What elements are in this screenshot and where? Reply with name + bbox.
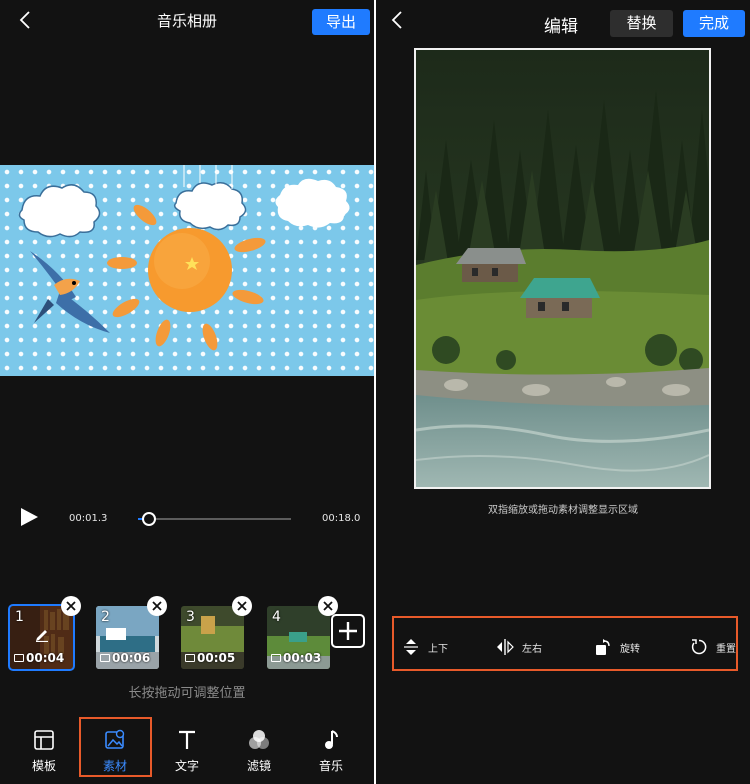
tool-label: 左右 [522,643,542,655]
edit-screen: 编辑 替换 完成 双指缩放或拖动素材调整显示区域 上下 左右 旋转 重置 [376,0,750,784]
current-time: 00:01.3 [69,513,108,524]
flip-horizontal-icon [497,639,514,655]
nav-label: 文字 [174,759,199,773]
reset-button[interactable]: 重置 [690,637,736,657]
clip-duration: 00:06 [100,651,150,665]
flip-horizontal-button[interactable]: 左右 [496,637,542,657]
tool-label: 重置 [716,643,736,655]
clip-index: 2 [101,609,110,625]
clip-index: 3 [186,609,195,625]
progress-thumb[interactable] [142,512,157,526]
album-preview[interactable] [0,165,374,376]
media-icon [105,729,125,749]
play-icon[interactable] [18,506,40,528]
back-icon[interactable] [386,8,410,32]
clip-thumbnail[interactable]: 1 00:04 [8,596,81,671]
clip-index: 1 [15,609,24,625]
clip-index: 4 [272,609,281,625]
export-button[interactable]: 导出 [312,9,370,35]
nav-filter[interactable]: 滤镜 [229,724,289,776]
nav-music[interactable]: 音乐 [301,724,361,776]
remove-clip-icon[interactable] [232,596,252,616]
text-icon [179,730,195,749]
plus-icon [339,622,357,640]
image-icon [271,654,281,662]
clip-duration: 00:05 [185,651,235,665]
music-album-screen: 音乐相册 导出 00:01.3 00:18.0 1 00:04 2 00:06 … [0,0,374,784]
nav-label: 素材 [102,759,127,773]
remove-clip-icon[interactable] [61,596,81,616]
total-time: 00:18.0 [322,513,361,524]
image-icon [185,654,195,662]
reset-icon [691,639,707,655]
edit-pencil-icon[interactable] [34,626,50,642]
nav-text[interactable]: 文字 [157,724,217,776]
image-icon [100,654,110,662]
tool-label: 上下 [428,643,448,655]
nav-media[interactable]: 素材 [85,724,145,776]
flip-vertical-icon [404,639,418,655]
transform-toolbar: 上下 左右 旋转 重置 [392,616,738,671]
nav-template[interactable]: 模板 [14,724,74,776]
template-icon [34,730,54,750]
flip-vertical-button[interactable]: 上下 [402,637,448,657]
nav-label: 模板 [31,759,56,773]
progress-track[interactable] [138,518,291,520]
replace-button[interactable]: 替换 [610,10,673,37]
rotate-icon [596,639,610,655]
page-title: 编辑 [544,17,578,37]
remove-clip-icon[interactable] [318,596,338,616]
crop-hint: 双指缩放或拖动素材调整显示区域 [488,505,638,516]
clip-thumbnail[interactable]: 2 00:06 [96,596,167,669]
tool-label: 旋转 [620,643,640,655]
remove-clip-icon[interactable] [147,596,167,616]
clip-thumbnail[interactable]: 4 00:03 [267,596,338,669]
clip-duration: 00:03 [271,651,321,665]
filter-icon [249,730,269,749]
photo-crop-area[interactable] [414,48,711,489]
clip-thumbnail[interactable]: 3 00:05 [181,596,252,669]
rotate-button[interactable]: 旋转 [594,637,640,657]
music-icon [325,730,338,749]
nav-label: 音乐 [318,759,343,773]
done-button[interactable]: 完成 [683,10,745,37]
add-clip-button[interactable] [331,614,365,648]
drag-hint: 长按拖动可调整位置 [128,686,246,701]
clip-duration: 00:04 [14,651,64,665]
nav-label: 滤镜 [246,759,271,773]
image-icon [14,654,24,662]
